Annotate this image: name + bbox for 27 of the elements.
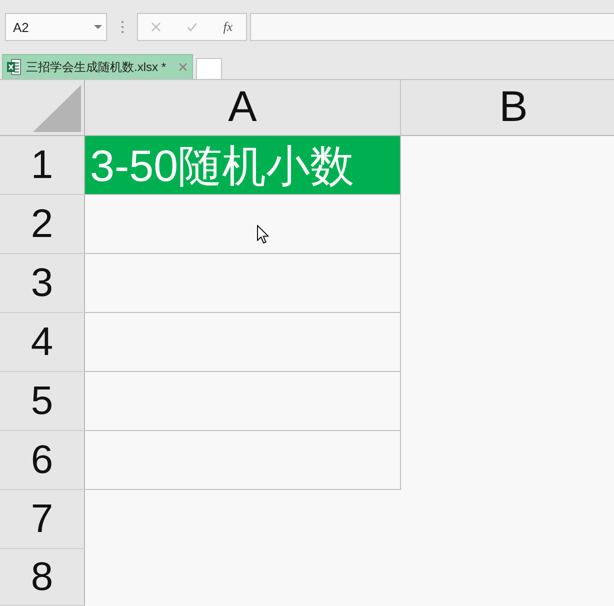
column-header[interactable]: B: [401, 80, 614, 136]
spreadsheet-cell[interactable]: [85, 431, 401, 490]
triangle-icon: [33, 85, 81, 132]
caret-icon[interactable]: [94, 25, 102, 29]
spreadsheet-file-icon: [7, 59, 21, 75]
row-header[interactable]: 4: [0, 313, 85, 372]
new-tab-button[interactable]: [196, 58, 222, 79]
row-header[interactable]: 8: [0, 549, 85, 606]
row-header[interactable]: 5: [0, 372, 85, 431]
name-box[interactable]: A2: [5, 13, 107, 41]
row-header[interactable]: 1: [0, 136, 85, 195]
close-icon[interactable]: [179, 63, 187, 71]
mouse-pointer-icon: [257, 225, 269, 244]
vertical-dots-icon[interactable]: [121, 21, 124, 33]
spreadsheet-cell[interactable]: [85, 372, 401, 431]
document-tab[interactable]: 三招学会生成随机数.xlsx *: [2, 54, 193, 79]
select-all-button[interactable]: [0, 80, 85, 136]
check-icon: [187, 22, 197, 32]
row-header[interactable]: 6: [0, 431, 85, 490]
cross-icon: [151, 22, 161, 32]
row-header[interactable]: 7: [0, 490, 85, 549]
spreadsheet-cell[interactable]: [85, 313, 401, 372]
formula-input[interactable]: [250, 13, 614, 41]
row-header[interactable]: 2: [0, 195, 85, 254]
spreadsheet-cell[interactable]: [85, 254, 401, 313]
row-header[interactable]: 3: [0, 254, 85, 313]
column-header[interactable]: A: [85, 80, 401, 136]
